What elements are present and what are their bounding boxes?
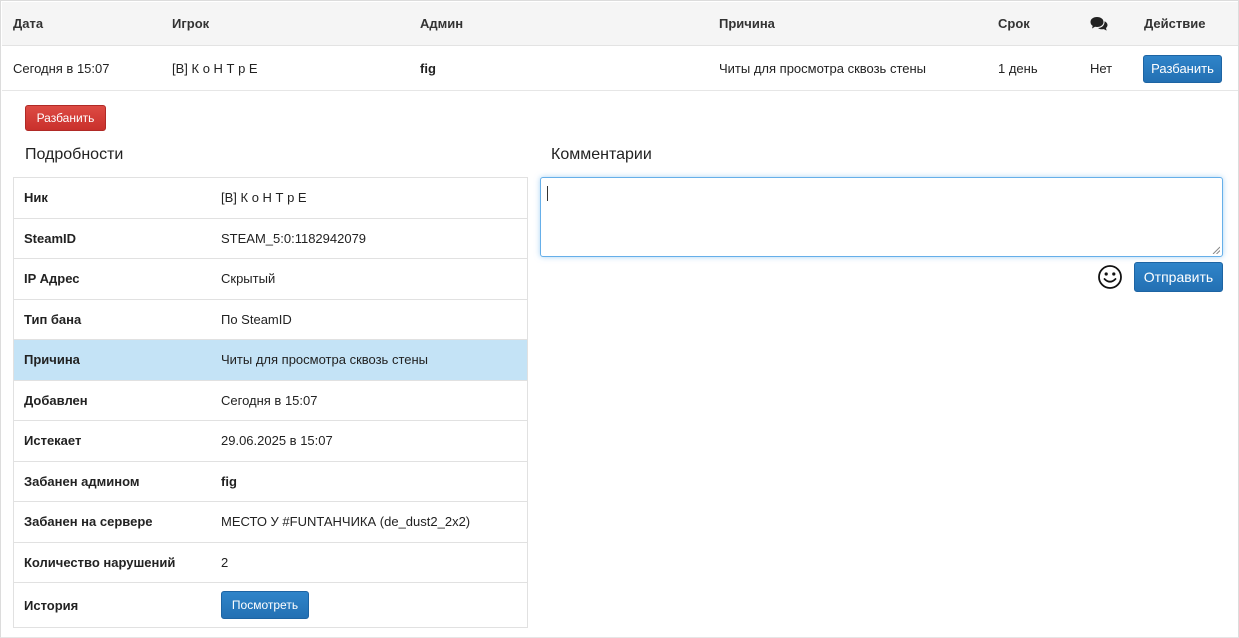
details-value: fig <box>221 473 237 489</box>
details-table: Ник [В] К о Н Т р Е SteamID STEAM_5:0:11… <box>13 177 528 628</box>
send-comment-button[interactable]: Отправить <box>1134 262 1223 292</box>
details-row-steamid: SteamID STEAM_5:0:1182942079 <box>14 219 527 259</box>
details-key: Причина <box>24 352 80 368</box>
col-admin: Админ <box>420 16 464 31</box>
details-row-nick: Ник [В] К о Н Т р Е <box>14 178 527 219</box>
ban-details-panel: Дата Игрок Админ Причина Срок Действие С… <box>0 0 1239 638</box>
details-row-admin: Забанен админом fig <box>14 462 527 502</box>
text-caret <box>547 186 548 201</box>
unban-button[interactable]: Разбанить <box>25 105 106 131</box>
bans-table-header: Дата Игрок Админ Причина Срок Действие <box>2 2 1238 46</box>
col-date: Дата <box>13 16 44 31</box>
comments-icon <box>1090 14 1108 33</box>
details-value: МЕСТО У #FUNТАНЧИКА (de_dust2_2x2) <box>221 514 471 530</box>
row-unban-button[interactable]: Разбанить <box>1143 55 1222 83</box>
col-player: Игрок <box>172 16 210 31</box>
details-value: 2 <box>221 554 229 570</box>
smiley-icon[interactable] <box>1097 264 1123 290</box>
details-key: Тип бана <box>24 311 82 327</box>
details-title: Подробности <box>25 146 124 163</box>
col-reason: Причина <box>719 16 775 31</box>
details-key: Ник <box>24 190 48 206</box>
details-row-server: Забанен на сервере МЕСТО У #FUNТАНЧИКА (… <box>14 502 527 543</box>
details-key: Истекает <box>24 433 82 449</box>
comment-input[interactable] <box>540 177 1223 257</box>
details-key: IP Адрес <box>24 271 80 287</box>
details-key: SteamID <box>24 230 77 246</box>
comments-title: Комментарии <box>551 146 652 163</box>
details-key: Количество нарушений <box>24 554 176 570</box>
details-key: Забанен админом <box>24 473 140 489</box>
details-row-ban-type: Тип бана По SteamID <box>14 300 527 340</box>
ban-term: 1 день <box>998 61 1038 76</box>
ban-date: Сегодня в 15:07 <box>13 61 110 76</box>
details-value: Сегодня в 15:07 <box>221 392 318 408</box>
details-row-reason: Причина Читы для просмотра сквозь стены <box>14 340 527 381</box>
ban-player: [В] К о Н Т р Е <box>172 61 258 76</box>
details-value: STEAM_5:0:1182942079 <box>221 230 367 246</box>
details-value: 29.06.2025 в 15:07 <box>221 433 333 449</box>
details-row-expires: Истекает 29.06.2025 в 15:07 <box>14 421 527 462</box>
col-term: Срок <box>998 16 1030 31</box>
details-key: История <box>24 597 79 613</box>
details-row-ip: IP Адрес Скрытый <box>14 259 527 300</box>
ban-reason: Читы для просмотра сквозь стены <box>719 61 927 76</box>
details-value: По SteamID <box>221 311 292 327</box>
details-row-violations: Количество нарушений 2 <box>14 543 527 583</box>
details-value: [В] К о Н Т р Е <box>221 190 307 206</box>
details-value: Скрытый <box>221 271 276 287</box>
details-key: Забанен на сервере <box>24 514 153 530</box>
details-row-added: Добавлен Сегодня в 15:07 <box>14 381 527 421</box>
details-row-history: История Посмотреть <box>14 583 527 628</box>
view-history-button[interactable]: Посмотреть <box>221 591 309 619</box>
resize-grip-icon[interactable] <box>1212 246 1220 254</box>
ban-admin: fig <box>420 61 436 76</box>
col-action: Действие <box>1144 16 1206 31</box>
ban-row[interactable]: Сегодня в 15:07 [В] К о Н Т р Е fig Читы… <box>2 47 1238 91</box>
details-value: Читы для просмотра сквозь стены <box>221 352 429 368</box>
ban-comments-count: Нет <box>1090 61 1113 76</box>
details-key: Добавлен <box>24 392 88 408</box>
